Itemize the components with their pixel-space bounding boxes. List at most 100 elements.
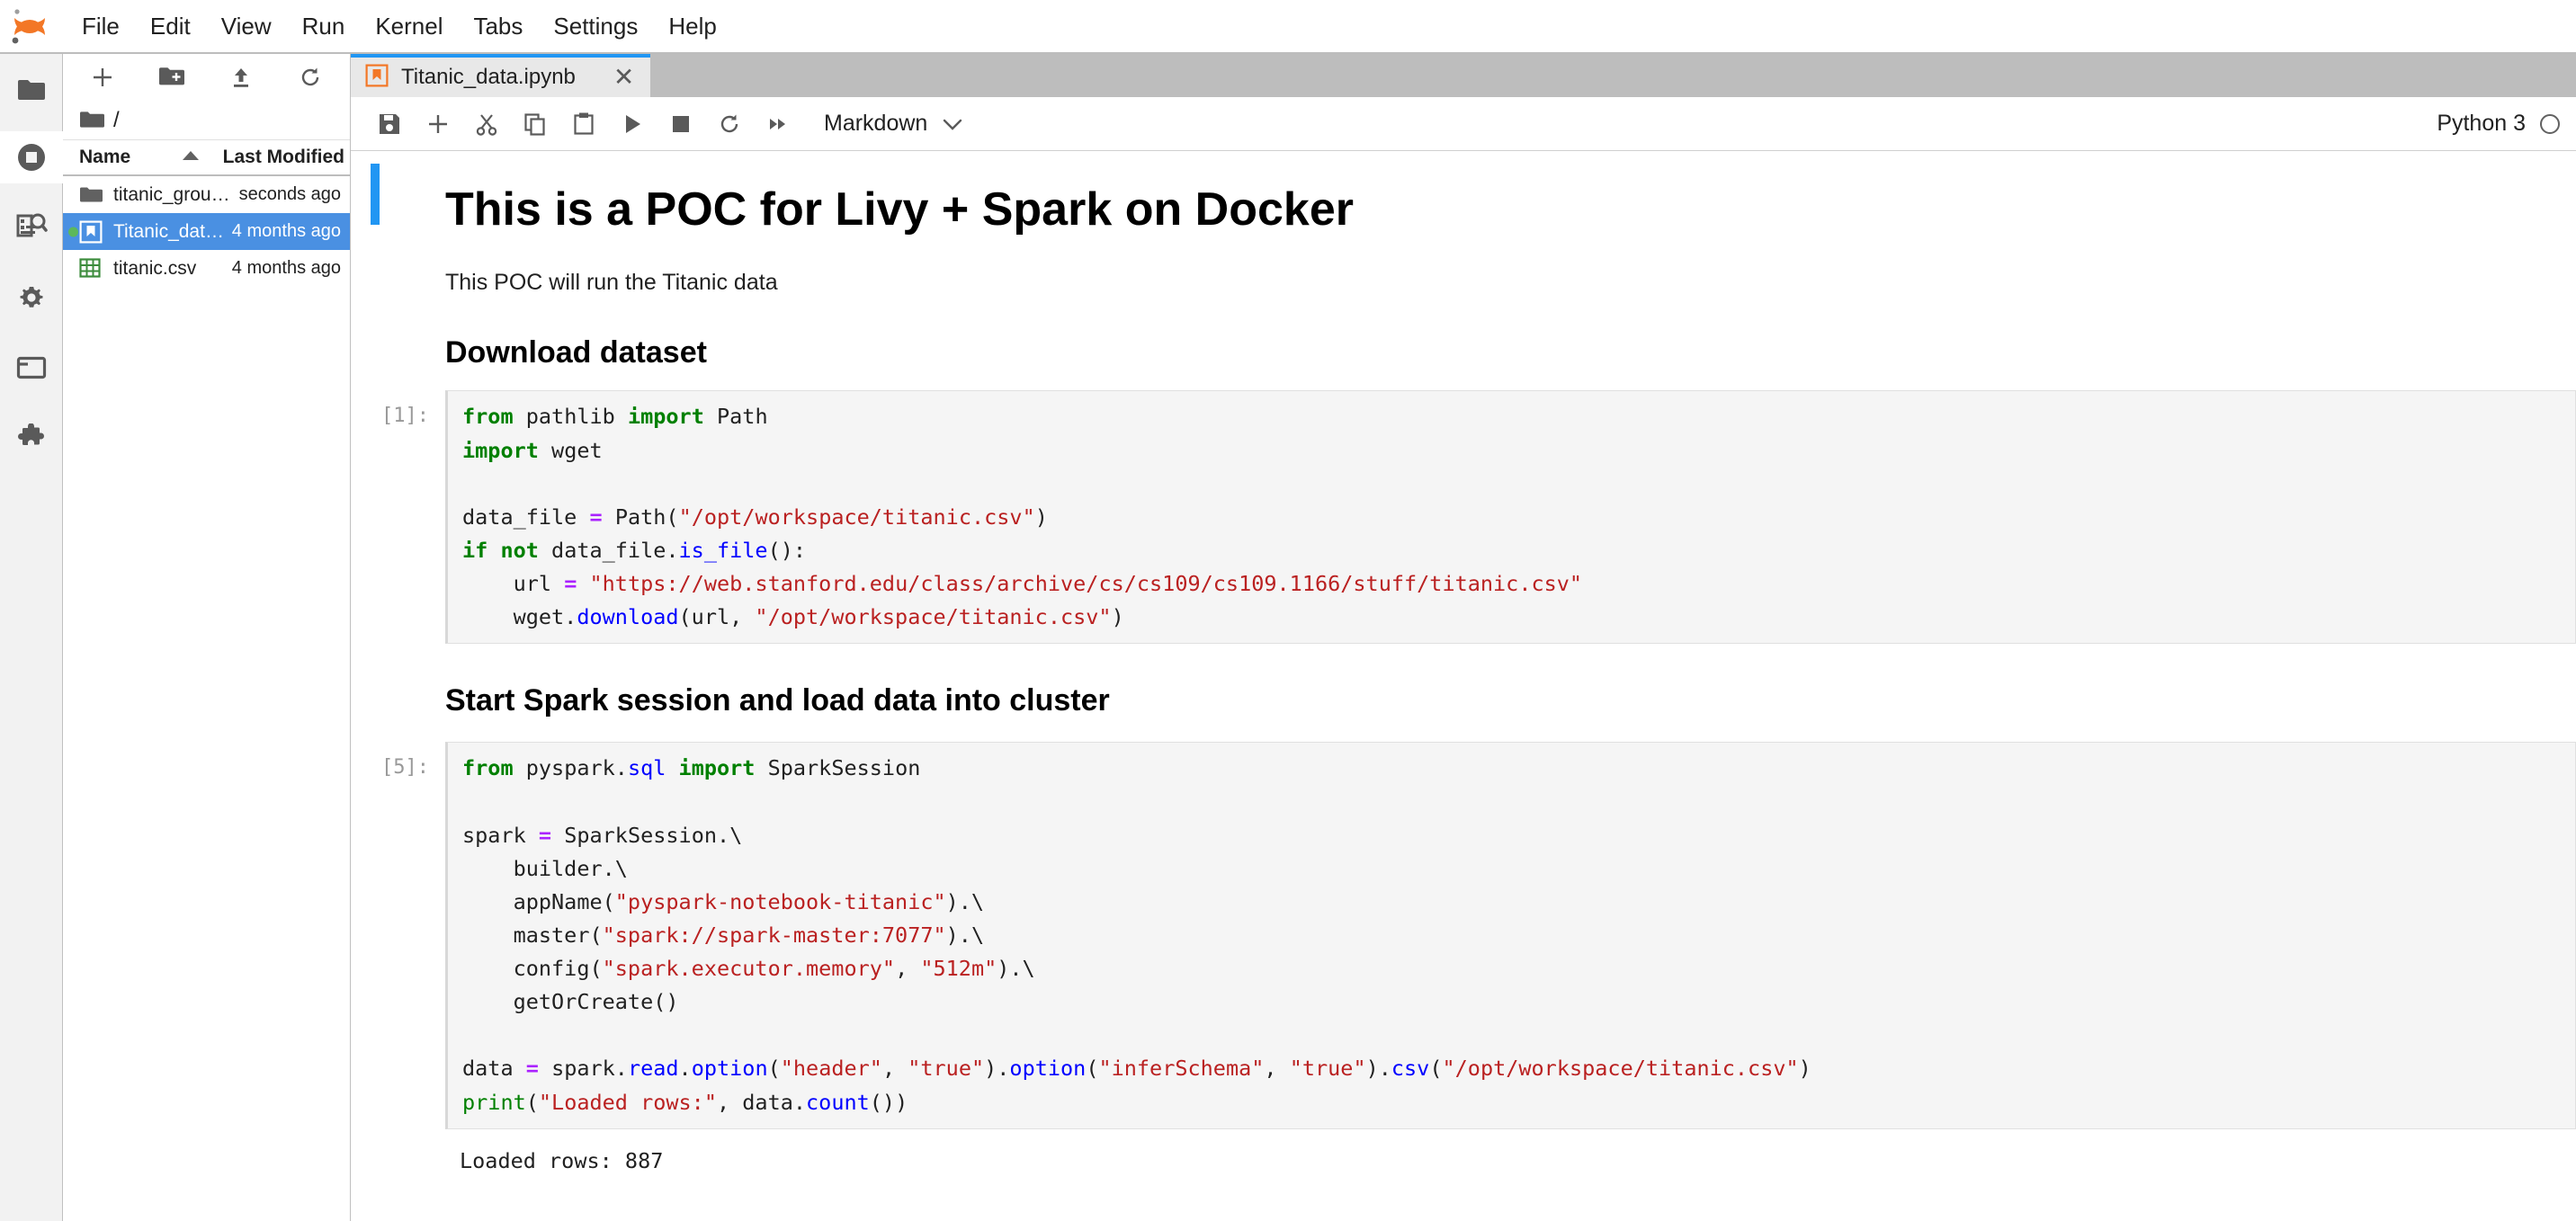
- notebook-content[interactable]: This is a POC for Livy + Spark on Docker…: [351, 151, 2576, 1221]
- file-modified: seconds ago: [238, 184, 341, 204]
- kernel-idle-circle-icon: [2540, 113, 2560, 134]
- sidebar-item-extension-manager[interactable]: [0, 412, 63, 464]
- code-editor-2[interactable]: from pyspark.sql import SparkSession spa…: [445, 742, 2576, 1129]
- markdown-cell-title[interactable]: This is a POC for Livy + Spark on Docker…: [351, 151, 2576, 370]
- column-header-modified-label: Last Modified: [222, 147, 344, 167]
- menu-edit[interactable]: Edit: [135, 7, 206, 46]
- file-list-header: Name Last Modified: [63, 140, 350, 176]
- cell-prompt-2: [5]:: [381, 756, 429, 780]
- markdown-cell-section-2[interactable]: Start Spark session and load data into c…: [351, 644, 2576, 718]
- insert-cell-button[interactable]: [416, 103, 461, 145]
- folder-icon: [17, 80, 45, 100]
- document-search-icon: [16, 213, 48, 237]
- menu-file[interactable]: File: [67, 7, 135, 46]
- puzzle-piece-icon: [17, 423, 44, 445]
- left-sidebar-rail: [0, 54, 63, 1221]
- breadcrumb-folder-icon: [80, 111, 104, 128]
- paste-icon: [574, 112, 594, 135]
- save-icon: [380, 113, 399, 134]
- jupyter-logo-icon: [9, 6, 50, 46]
- menu-bar: File Edit View Run Kernel Tabs Settings …: [0, 0, 2576, 54]
- menu-tabs[interactable]: Tabs: [458, 7, 538, 46]
- upload-button[interactable]: [219, 59, 263, 95]
- sidebar-item-file-browser[interactable]: [0, 65, 63, 117]
- menu-view[interactable]: View: [206, 7, 287, 46]
- notebook-icon: [365, 64, 389, 92]
- file-name: Titanic_data.ipynb: [113, 220, 232, 242]
- notebook-icon: [79, 220, 103, 244]
- file-row-csv[interactable]: titanic.csv 4 months ago: [63, 250, 350, 287]
- column-header-name[interactable]: Name: [79, 147, 223, 168]
- notebook-title-heading: This is a POC for Livy + Spark on Docker: [445, 183, 1354, 236]
- column-header-name-label: Name: [79, 147, 131, 167]
- file-name: titanic.csv: [113, 257, 197, 279]
- tab-titanic-data-notebook[interactable]: Titanic_data.ipynb ✕: [351, 54, 651, 97]
- open-tabs-icon: [16, 356, 46, 379]
- upload-icon: [233, 68, 248, 87]
- column-header-modified[interactable]: Last Modified: [223, 147, 344, 168]
- code-cell-1[interactable]: [1]: from pathlib import Path import wge…: [351, 390, 2576, 645]
- cell-prompt-1: [1]:: [381, 405, 429, 428]
- copy-cell-button[interactable]: [513, 103, 558, 145]
- refresh-file-list-button[interactable]: [289, 59, 332, 95]
- sidebar-item-open-tabs[interactable]: [0, 342, 63, 394]
- scissors-icon: [476, 113, 497, 136]
- menu-settings[interactable]: Settings: [538, 7, 653, 46]
- breadcrumb-root[interactable]: /: [113, 108, 120, 133]
- restart-kernel-button[interactable]: [707, 103, 752, 145]
- paste-cell-button[interactable]: [561, 103, 606, 145]
- code-source-1: from pathlib import Path import wget dat…: [462, 404, 1583, 630]
- menu-kernel[interactable]: Kernel: [360, 7, 458, 46]
- new-launcher-button[interactable]: [81, 59, 124, 95]
- file-row-folder[interactable]: titanic_grouped_pass… seconds ago: [63, 176, 350, 213]
- folder-plus-icon: [159, 67, 185, 85]
- play-icon: [626, 114, 640, 133]
- tab-bar: Titanic_data.ipynb ✕: [351, 54, 2576, 97]
- file-row-notebook[interactable]: Titanic_data.ipynb 4 months ago: [63, 213, 350, 250]
- copy-icon: [524, 112, 545, 136]
- cell-type-dropdown[interactable]: Markdown: [824, 111, 963, 137]
- code-source-2: from pyspark.sql import SparkSession spa…: [462, 755, 1811, 1115]
- unsaved-changes-dot: [68, 227, 78, 236]
- run-cell-button[interactable]: [610, 103, 655, 145]
- tab-close-button[interactable]: ✕: [588, 65, 634, 90]
- file-browser-panel: / Name Last Modified titanic_grouped sec…: [63, 54, 351, 1221]
- code-editor-1[interactable]: from pathlib import Path import wget dat…: [445, 390, 2576, 645]
- stop-icon: [673, 115, 689, 132]
- file-modified: 4 months ago: [231, 221, 341, 241]
- breadcrumb[interactable]: /: [63, 101, 350, 140]
- kernel-name: Python 3: [2437, 111, 2526, 136]
- file-modified: 4 months ago: [231, 258, 341, 278]
- save-button[interactable]: [367, 103, 412, 145]
- tab-title: Titanic_data.ipynb: [401, 65, 576, 89]
- sidebar-item-property-inspector[interactable]: [0, 272, 63, 324]
- gear-icon: [20, 287, 43, 307]
- sidebar-item-toc[interactable]: [0, 201, 63, 254]
- section-heading-start-spark: Start Spark session and load data into c…: [445, 683, 1110, 718]
- refresh-icon: [301, 67, 318, 86]
- folder-icon: [79, 185, 103, 205]
- new-folder-button[interactable]: [150, 59, 193, 95]
- notebook-toolbar: Markdown Python 3: [351, 97, 2576, 151]
- cut-cell-button[interactable]: [464, 103, 509, 145]
- file-name: titanic_grouped_pass…: [113, 183, 239, 205]
- file-browser-toolbar: [63, 54, 350, 101]
- refresh-icon: [720, 114, 738, 132]
- cell-type-value: Markdown: [824, 111, 928, 136]
- section-heading-download-dataset: Download dataset: [445, 335, 707, 370]
- menu-help[interactable]: Help: [653, 7, 731, 46]
- file-list: titanic_grouped_pass… seconds ago Titani…: [63, 176, 350, 1221]
- interrupt-kernel-button[interactable]: [658, 103, 703, 145]
- main-body: / Name Last Modified titanic_grouped sec…: [0, 54, 2576, 1221]
- code-cell-2[interactable]: [5]: from pyspark.sql import SparkSessio…: [351, 742, 2576, 1129]
- main-dock-area: Titanic_data.ipynb ✕ Markdown Python 3 T…: [351, 54, 2576, 1221]
- menu-run[interactable]: Run: [287, 7, 361, 46]
- plus-icon: [429, 114, 447, 133]
- restart-and-run-all-button[interactable]: [756, 103, 801, 145]
- jupyterlab-app: File Edit View Run Kernel Tabs Settings …: [0, 0, 2576, 1221]
- active-cell-indicator: [371, 164, 380, 225]
- sidebar-item-running[interactable]: [0, 131, 63, 183]
- sort-ascending-caret-icon: [183, 151, 199, 160]
- notebook-intro-paragraph: This POC will run the Titanic data: [445, 270, 778, 296]
- kernel-status-indicator[interactable]: Python 3: [2437, 111, 2560, 137]
